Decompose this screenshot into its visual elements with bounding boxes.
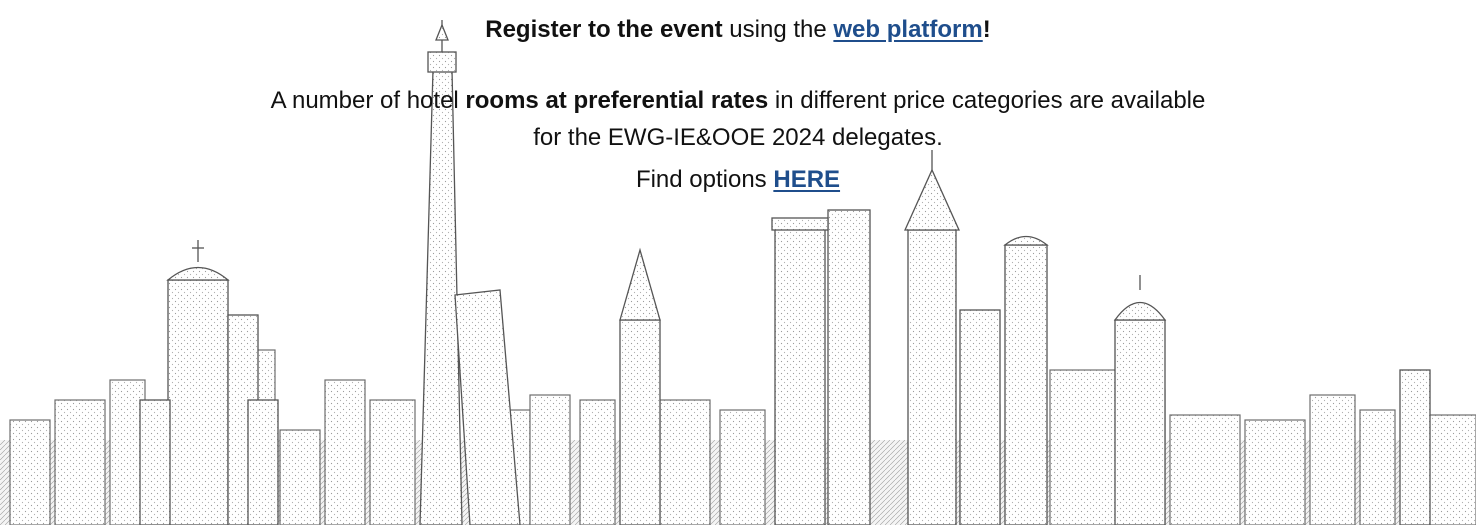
- web-platform-link[interactable]: web platform: [833, 16, 982, 43]
- register-exclamation: !: [982, 16, 991, 43]
- city-skyline-illustration: [0, 20, 1476, 525]
- here-link[interactable]: HERE: [773, 166, 840, 193]
- register-middle-text: using the: [722, 16, 834, 43]
- registration-line: Register to the event using the web plat…: [0, 16, 1476, 44]
- register-bold-text: Register to the event: [485, 16, 723, 43]
- hotel-intro-text: A number of hotel: [270, 87, 466, 114]
- find-options-text: Find options: [635, 166, 774, 193]
- find-options-line: Find options HERE: [0, 166, 1476, 194]
- delegates-line: for the EWG-IE&OOE 2024 delegates.: [0, 124, 1476, 152]
- hotel-bold-text: rooms at preferential rates: [465, 87, 769, 114]
- hotel-rest-text: in different price categories are availa…: [768, 87, 1206, 114]
- delegates-text: for the EWG-IE&OOE 2024 delegates.: [533, 124, 943, 151]
- hotel-rooms-line: A number of hotel rooms at preferential …: [0, 87, 1476, 115]
